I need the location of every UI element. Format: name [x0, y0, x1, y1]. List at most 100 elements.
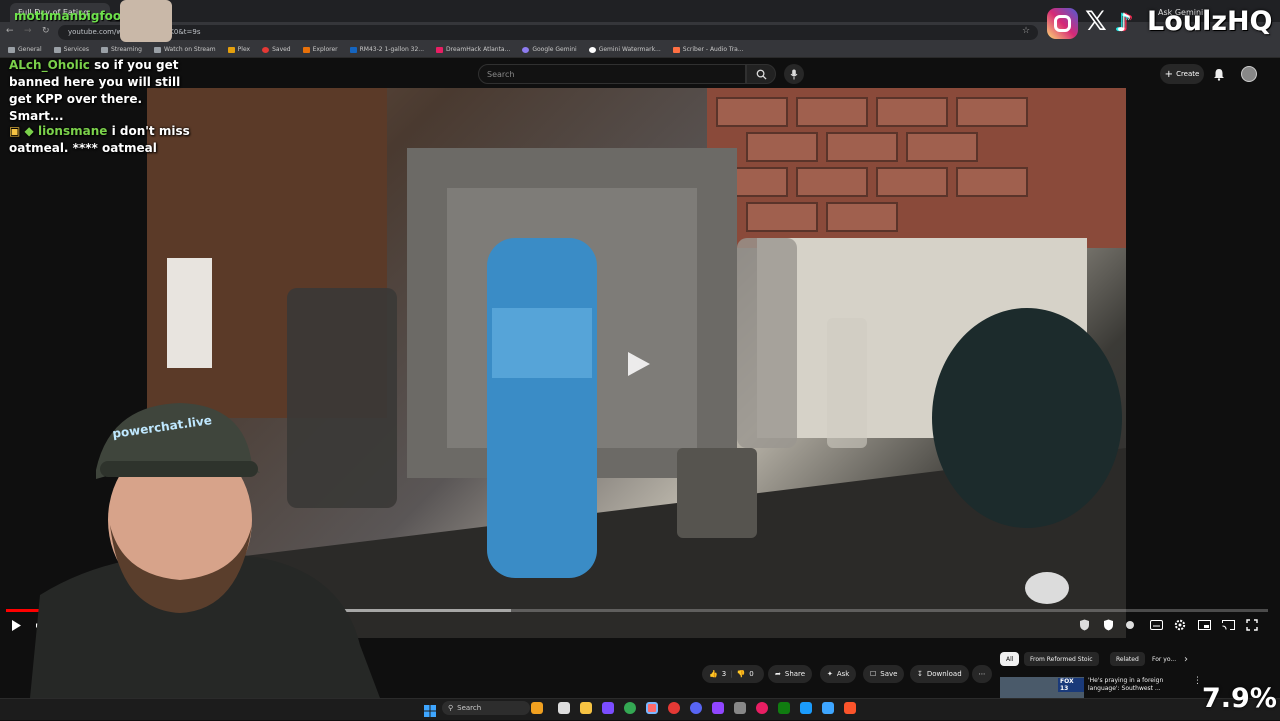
chevron-right-icon[interactable]: › [1184, 654, 1188, 665]
sparkle-icon: ✦ [827, 670, 833, 678]
voice-search-button[interactable] [784, 64, 804, 84]
dislike-count: 0 [749, 670, 754, 678]
tiktok-icon: ♪ [1116, 8, 1132, 37]
share-button[interactable]: ➦ Share [768, 665, 813, 683]
bookmark-saved[interactable]: Saved [262, 46, 291, 53]
back-icon[interactable]: ← [6, 26, 14, 36]
steam-icon[interactable] [800, 702, 812, 714]
sponsorblock-icon[interactable] [1100, 617, 1116, 633]
windows-start-icon[interactable] [424, 702, 436, 717]
bookmark-services[interactable]: Services [53, 46, 89, 53]
avatar[interactable] [1241, 66, 1257, 82]
chip-for-you[interactable]: For yo... [1146, 652, 1182, 666]
app-icon-purple[interactable] [602, 702, 614, 714]
bookmark-streaming[interactable]: Streaming [100, 46, 142, 53]
notifications-bell-icon[interactable] [1213, 66, 1225, 85]
more-actions-button[interactable]: ⋯ [972, 665, 992, 683]
bookmark-icon: ☐ [870, 670, 877, 678]
captions-icon[interactable] [1148, 617, 1164, 633]
shield-icon[interactable] [1076, 617, 1092, 633]
download-button[interactable]: ↧ Download [910, 665, 969, 683]
download-label: Download [926, 670, 962, 678]
ask-button[interactable]: ✦ Ask [820, 665, 857, 683]
miniplayer-icon[interactable] [1196, 617, 1212, 633]
watermark-icon [588, 46, 596, 53]
app-icon-pink[interactable] [756, 702, 768, 714]
bookmark-label: Plex [237, 46, 251, 53]
folder-icon [8, 46, 15, 53]
play-overlay-button[interactable] [624, 350, 652, 378]
scriber-icon [672, 46, 680, 53]
discord-icon[interactable] [690, 702, 702, 714]
notepad-icon[interactable] [822, 702, 834, 714]
forward-icon[interactable]: → [24, 26, 32, 36]
file-explorer-icon[interactable] [580, 702, 592, 714]
bookmark-general[interactable]: General [8, 46, 42, 53]
chip-from-channel[interactable]: From Reformed Stoic [1024, 652, 1099, 666]
plus-icon: + [1164, 68, 1174, 80]
bookmark-label: Scriber - Audio Tra... [682, 46, 744, 53]
thumbs-up-icon[interactable]: 👍 [709, 670, 718, 678]
like-dislike-group: 👍 3 | 👎 0 [702, 665, 764, 683]
bookmark-plex[interactable]: Plex [227, 46, 251, 53]
taskbar-search[interactable]: ⚲ Search [442, 701, 530, 715]
chip-all[interactable]: All [1000, 652, 1020, 666]
more-vertical-icon[interactable]: ⋮ [1193, 676, 1202, 686]
bookmark-gemini-watermark[interactable]: Gemini Watermark... [588, 46, 661, 53]
create-label: Create [1176, 70, 1200, 78]
bookmark-watch-on-stream[interactable]: Watch on Stream [153, 46, 216, 53]
channel-badge: FOX 13 [1058, 678, 1084, 692]
xbox-icon[interactable] [778, 702, 790, 714]
create-button[interactable]: + Create [1160, 64, 1204, 84]
search-input[interactable]: Search [478, 64, 746, 84]
settings-gear-icon[interactable] [1172, 617, 1188, 633]
brand-name: LoulzHQ [1147, 6, 1273, 37]
streamer-name: mothmanbigfoot [14, 9, 127, 23]
fullscreen-icon[interactable] [1244, 617, 1260, 633]
reload-icon[interactable]: ↻ [42, 26, 50, 36]
instagram-icon [1047, 8, 1078, 39]
bookmark-google-gemini[interactable]: Google Gemini [522, 46, 577, 53]
cast-icon[interactable] [1220, 617, 1236, 633]
calculator-icon[interactable] [734, 702, 746, 714]
opera-icon[interactable] [668, 702, 680, 714]
bookmark-star-icon[interactable]: ☆ [1022, 26, 1030, 36]
chrome-icon[interactable] [624, 702, 636, 714]
saved-icon [262, 46, 270, 53]
chip-related[interactable]: Related [1110, 652, 1145, 666]
bookmarks-bar: General Services Streaming Watch on Stre… [0, 42, 1280, 58]
recommendation-title[interactable]: 'He's praying in a foreign language': So… [1088, 677, 1188, 693]
search-button[interactable] [746, 64, 776, 84]
address-bar[interactable]: youtube.com/watch?v=...ofVK0&t=9s [58, 25, 1038, 40]
chip-label: For yo... [1152, 655, 1177, 663]
chat-username: ALch_Oholic [9, 58, 90, 72]
taskbar-widget-icon[interactable] [531, 702, 543, 714]
bookmark-label: General [18, 46, 42, 53]
twitch-icon[interactable] [712, 702, 724, 714]
folder-icon [53, 46, 61, 53]
bookmark-label: DreamHack Atlanta... [446, 46, 511, 53]
bookmark-explorer[interactable]: Explorer [302, 46, 338, 53]
thumbs-down-icon[interactable]: 👎 [737, 670, 746, 678]
folder-icon [100, 46, 108, 53]
recommendation-thumbnail[interactable]: FOX 13 [1000, 677, 1084, 698]
like-count: 3 [721, 670, 727, 678]
bookmark-label: Streaming [110, 46, 142, 53]
gemini-icon [522, 46, 530, 53]
webcam-person-image [30, 403, 380, 698]
bookmark-dreamhack[interactable]: DreamHack Atlanta... [436, 46, 510, 53]
chat-badge-icon: ▣ [9, 124, 21, 138]
bookmark-scriber[interactable]: Scriber - Audio Tra... [672, 46, 744, 53]
search-icon: ⚲ [448, 704, 454, 712]
autoplay-toggle[interactable] [1122, 617, 1138, 633]
brave-icon[interactable] [844, 702, 856, 714]
more-horizontal-icon: ⋯ [978, 670, 986, 678]
chip-label: Related [1116, 655, 1139, 663]
bookmark-rm43[interactable]: RM43-2 1-gallon 32... [349, 46, 424, 53]
task-view-icon[interactable] [558, 702, 570, 714]
chat-username: lionsmane [37, 124, 108, 138]
play-icon [628, 352, 650, 376]
save-button[interactable]: ☐ Save [863, 665, 905, 683]
browser-active-icon[interactable] [646, 702, 658, 714]
bookmark-label: Gemini Watermark... [598, 46, 661, 53]
